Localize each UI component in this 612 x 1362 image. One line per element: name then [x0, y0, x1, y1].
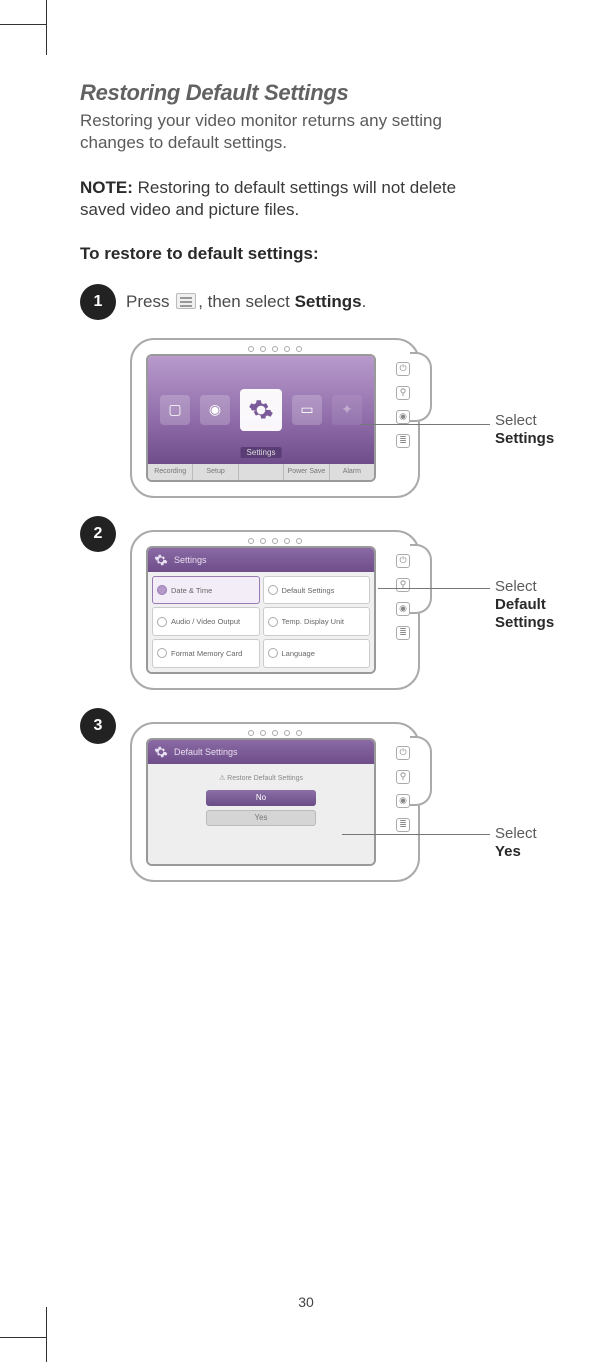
monitor-illustration-1: ⏻⚲◉≣ ▢ ◉ ▭ ✦ Settings Recording Setup Po [130, 338, 542, 498]
speaker-dots [248, 730, 302, 736]
gear-icon [154, 745, 168, 759]
crop-mark [0, 1337, 46, 1338]
no-button: No [206, 790, 316, 806]
manual-page: Restoring Default Settings Restoring you… [0, 0, 612, 1362]
step-badge: 1 [80, 284, 116, 320]
side-buttons: ⏻ ⚲ ◉ ≣ [396, 362, 410, 448]
dialog-body: ⚠ Restore Default Settings No Yes [148, 764, 374, 864]
device-notch [410, 736, 432, 806]
callout-3: Select Yes [495, 825, 542, 861]
device-notch [410, 544, 432, 614]
note-text: NOTE: Restoring to default settings will… [80, 177, 500, 222]
crop-mark [0, 24, 46, 25]
power-icon: ⏻ [396, 746, 410, 760]
power-icon: ⏻ [396, 554, 410, 568]
step-1: 1 Press , then select Settings. [80, 284, 542, 320]
back-icon: ◉ [396, 410, 410, 424]
callout-1: Select Settings [495, 412, 554, 448]
camera-icon: ◉ [200, 395, 230, 425]
device-screen: ▢ ◉ ▭ ✦ Settings Recording Setup Power S… [146, 354, 376, 482]
crop-mark [46, 1307, 47, 1362]
step-1-text: Press , then select Settings. [126, 284, 366, 320]
list-icon: ≣ [396, 434, 410, 448]
menu-icon [176, 293, 196, 309]
device-frame: ⏻ ⚲ ◉ ≣ Default Settings ⚠ Restore Default … [130, 722, 420, 882]
step-badge: 3 [80, 708, 116, 744]
device-screen: Settings Date & Time Default Settings Au… [146, 546, 376, 674]
screen-header: Settings [148, 548, 374, 572]
note-label: NOTE: [80, 178, 133, 197]
monitor-illustration-2: ⏻ ⚲ ◉ ≣ Settings Date & Time Default Settin… [130, 530, 542, 690]
page-number: 30 [298, 1294, 314, 1310]
gear-icon [154, 553, 168, 567]
speaker-dots [248, 346, 302, 352]
settings-item-date-time: Date & Time [152, 576, 260, 605]
screen-title: Default Settings [174, 747, 238, 757]
screen-header: Default Settings [148, 740, 374, 764]
side-buttons: ⏻ ⚲ ◉ ≣ [396, 746, 410, 832]
back-icon: ◉ [396, 794, 410, 808]
settings-grid: Date & Time Default Settings Audio / Vid… [148, 572, 374, 672]
settings-item-audio-video: Audio / Video Output [152, 607, 260, 636]
device-frame: ⏻ ⚲ ◉ ≣ Settings Date & Time Default Settin… [130, 530, 420, 690]
list-icon: ≣ [396, 818, 410, 832]
yes-button: Yes [206, 810, 316, 826]
callout-2: SelectDefaultSettings [495, 578, 554, 632]
settings-item-language: Language [263, 639, 371, 668]
callout-line [378, 588, 490, 589]
search-icon: ⚲ [396, 386, 410, 400]
device-notch [410, 352, 432, 422]
settings-item-temp-unit: Temp. Display Unit [263, 607, 371, 636]
search-icon: ⚲ [396, 770, 410, 784]
device-frame: ⏻⚲◉≣ ▢ ◉ ▭ ✦ Settings Recording Setup Po [130, 338, 420, 498]
crop-mark [46, 0, 47, 55]
side-buttons: ⏻ ⚲ ◉ ≣ [396, 554, 410, 640]
screen-body: ▢ ◉ ▭ ✦ Settings [148, 356, 374, 464]
settings-label: Settings [241, 447, 282, 458]
settings-item-default-settings: Default Settings [263, 576, 371, 605]
monitor-illustration-3: ⏻ ⚲ ◉ ≣ Default Settings ⚠ Restore Default … [130, 722, 542, 882]
dialog-prompt: ⚠ Restore Default Settings [219, 774, 303, 782]
page-title: Restoring Default Settings [80, 80, 542, 106]
speaker-dots [248, 538, 302, 544]
callout-line [342, 834, 490, 835]
settings-item-format-card: Format Memory Card [152, 639, 260, 668]
alarm-icon: ✦ [332, 395, 362, 425]
power-icon: ⏻ [396, 362, 410, 376]
step-badge: 2 [80, 516, 116, 552]
search-icon: ⚲ [396, 578, 410, 592]
back-icon: ◉ [396, 602, 410, 616]
list-icon: ≣ [396, 626, 410, 640]
callout-line [360, 424, 490, 425]
device-screen: Default Settings ⚠ Restore Default Setti… [146, 738, 376, 866]
gear-icon [240, 389, 282, 431]
note-body: Restoring to default settings will not d… [80, 178, 456, 219]
camera-icon: ▢ [160, 395, 190, 425]
intro-text: Restoring your video monitor returns any… [80, 110, 510, 155]
screen-title: Settings [174, 555, 207, 565]
instructions-heading: To restore to default settings: [80, 244, 542, 264]
battery-icon: ▭ [292, 395, 322, 425]
screen-tabs: Recording Setup Power Save Alarm [148, 464, 374, 480]
